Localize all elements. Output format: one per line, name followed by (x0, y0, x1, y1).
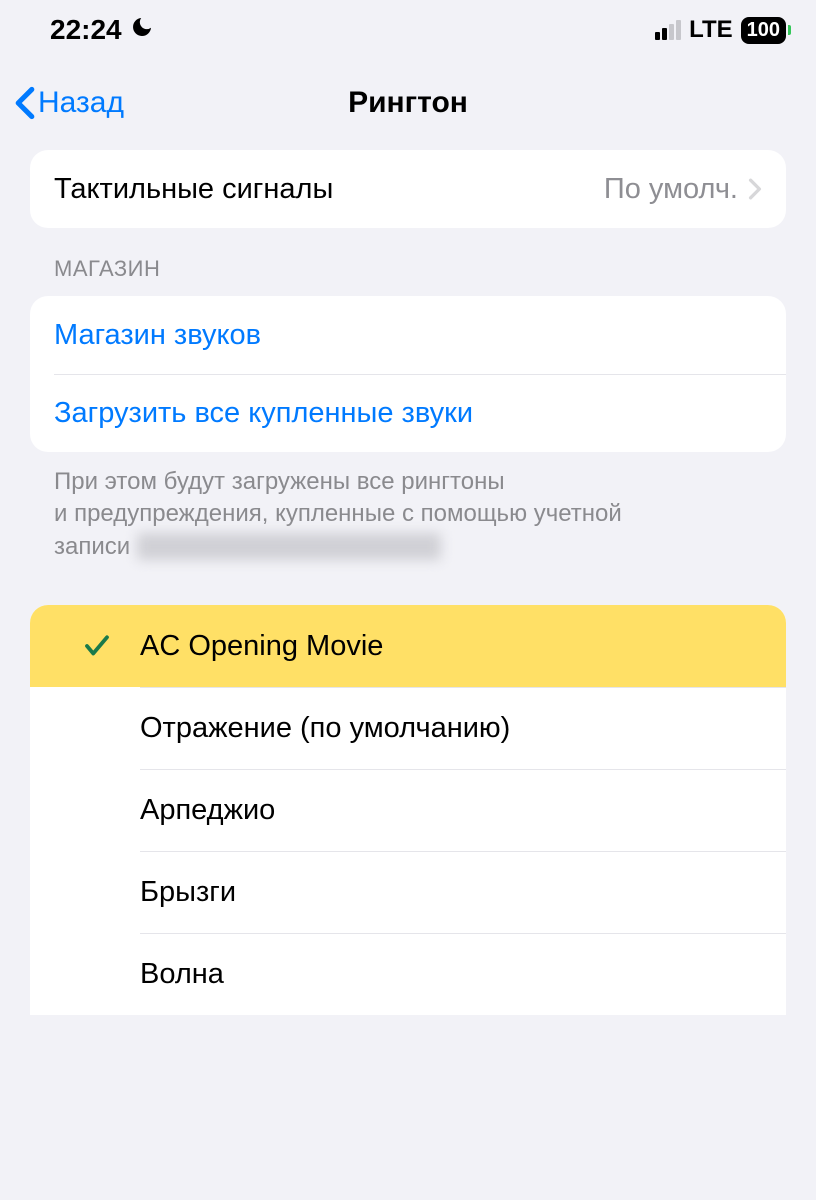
status-right: LTE 100 (655, 16, 786, 44)
moon-icon (130, 14, 154, 46)
chevron-right-icon (748, 178, 762, 200)
ringtone-row-selected[interactable]: AC Opening Movie (30, 605, 786, 687)
haptic-label: Тактильные сигналы (54, 173, 604, 206)
ringtone-row[interactable]: Волна (140, 933, 786, 1015)
back-label: Назад (38, 86, 124, 120)
ringtone-row[interactable]: Отражение (по умолчанию) (140, 687, 786, 769)
ringtone-label: Брызги (140, 876, 762, 909)
store-footer: При этом будут загружены все рингтоны и … (30, 452, 786, 563)
ringtone-label: AC Opening Movie (140, 630, 762, 663)
nav-header: Назад Рингтон (0, 56, 816, 150)
sound-store-label: Магазин звуков (54, 319, 762, 352)
footer-line1: При этом будут загружены все рингтоны (54, 468, 505, 495)
footer-line2: и предупреждения, купленные с помощью уч… (54, 500, 622, 527)
haptic-signals-row[interactable]: Тактильные сигналы По умолч. (30, 150, 786, 228)
status-time: 22:24 (50, 14, 122, 46)
download-all-row[interactable]: Загрузить все купленные звуки (54, 374, 786, 452)
download-all-label: Загрузить все купленные звуки (54, 397, 762, 430)
status-bar: 22:24 LTE 100 (0, 0, 816, 56)
ringtone-label: Арпеджио (140, 794, 762, 827)
ringtone-list: AC Opening Movie Отражение (по умолчанию… (30, 605, 786, 1015)
chevron-left-icon (14, 86, 36, 120)
checkmark-icon (54, 631, 140, 661)
network-label: LTE (689, 16, 733, 44)
signal-icon (655, 20, 681, 40)
footer-redacted: redacted email address here (137, 533, 441, 560)
ringtone-label: Волна (140, 958, 762, 991)
ringtone-label: Отражение (по умолчанию) (140, 712, 762, 745)
ringtone-row[interactable]: Арпеджио (140, 769, 786, 851)
haptic-value: По умолч. (604, 173, 738, 206)
status-left: 22:24 (50, 14, 154, 46)
store-section-header: МАГАЗИН (30, 256, 786, 296)
back-button[interactable]: Назад (14, 86, 124, 120)
footer-line3-prefix: записи (54, 533, 137, 560)
sound-store-row[interactable]: Магазин звуков (30, 296, 786, 374)
battery-indicator: 100 (741, 17, 786, 44)
ringtone-row[interactable]: Брызги (140, 851, 786, 933)
